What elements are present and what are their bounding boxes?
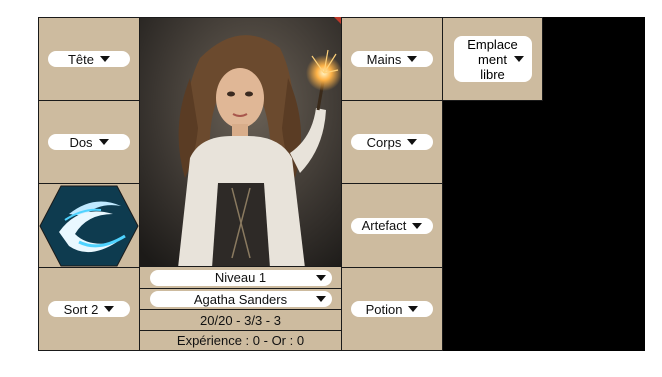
slot-dos-cell: Dos bbox=[38, 100, 140, 184]
xp-gold-text: Expérience : 0 - Or : 0 bbox=[176, 333, 305, 348]
chevron-down-icon bbox=[104, 306, 115, 312]
spell-card-cell[interactable] bbox=[38, 183, 140, 268]
stats-row: 20/20 - 3/3 - 3 bbox=[139, 309, 342, 331]
slot-corps-cell: Corps bbox=[341, 100, 443, 184]
character-portrait-image bbox=[140, 18, 341, 266]
empty-board-area-lower bbox=[442, 100, 645, 351]
chevron-down-icon bbox=[407, 56, 418, 62]
chevron-down-icon bbox=[407, 139, 418, 145]
slot-sort2-cell: Sort 2 bbox=[38, 267, 140, 351]
slot-mains-select[interactable]: Mains bbox=[351, 51, 433, 67]
wind-swirl-hexagon-icon bbox=[39, 185, 139, 266]
character-portrait bbox=[139, 17, 342, 267]
character-name-row: Agatha Sanders bbox=[139, 288, 342, 310]
slot-artefact-select[interactable]: Artefact bbox=[351, 217, 433, 234]
slot-artefact-label: Artefact bbox=[361, 218, 407, 233]
slot-sort2-label: Sort 2 bbox=[63, 301, 99, 317]
niveau-label: Niveau 1 bbox=[214, 270, 267, 285]
slot-potion-cell: Potion bbox=[341, 267, 443, 351]
slot-emplacement-select[interactable]: Emplace ment libre bbox=[453, 36, 532, 82]
slot-mains-cell: Mains bbox=[341, 17, 443, 101]
chevron-down-icon bbox=[98, 139, 109, 145]
chevron-down-icon bbox=[100, 56, 110, 62]
xp-gold-row: Expérience : 0 - Or : 0 bbox=[139, 330, 342, 351]
stats-text: 20/20 - 3/3 - 3 bbox=[200, 312, 281, 328]
slot-artefact-cell: Artefact bbox=[341, 183, 443, 268]
slot-tete-cell: Tête bbox=[38, 17, 140, 101]
slot-sort2-select[interactable]: Sort 2 bbox=[48, 301, 130, 317]
slot-emplacement-cell: Emplace ment libre bbox=[442, 17, 543, 101]
character-name-select[interactable]: Agatha Sanders bbox=[149, 291, 332, 307]
slot-tete-label: Tête bbox=[67, 51, 94, 67]
slot-corps-select[interactable]: Corps bbox=[351, 134, 433, 150]
slot-potion-select[interactable]: Potion bbox=[351, 301, 433, 317]
niveau-row: Niveau 1 bbox=[139, 266, 342, 289]
slot-dos-select[interactable]: Dos bbox=[48, 134, 130, 150]
slot-potion-label: Potion bbox=[365, 301, 403, 317]
chevron-down-icon bbox=[412, 222, 423, 229]
chevron-down-icon bbox=[408, 306, 419, 312]
slot-corps-label: Corps bbox=[366, 134, 402, 150]
slot-dos-label: Dos bbox=[69, 134, 93, 150]
chevron-down-icon bbox=[513, 56, 524, 62]
character-name-label: Agatha Sanders bbox=[193, 291, 288, 307]
chevron-down-icon bbox=[315, 274, 326, 281]
slot-mains-label: Mains bbox=[366, 51, 402, 67]
chevron-down-icon bbox=[315, 296, 326, 302]
niveau-select[interactable]: Niveau 1 bbox=[149, 269, 332, 286]
slot-tete-select[interactable]: Tête bbox=[48, 51, 130, 67]
